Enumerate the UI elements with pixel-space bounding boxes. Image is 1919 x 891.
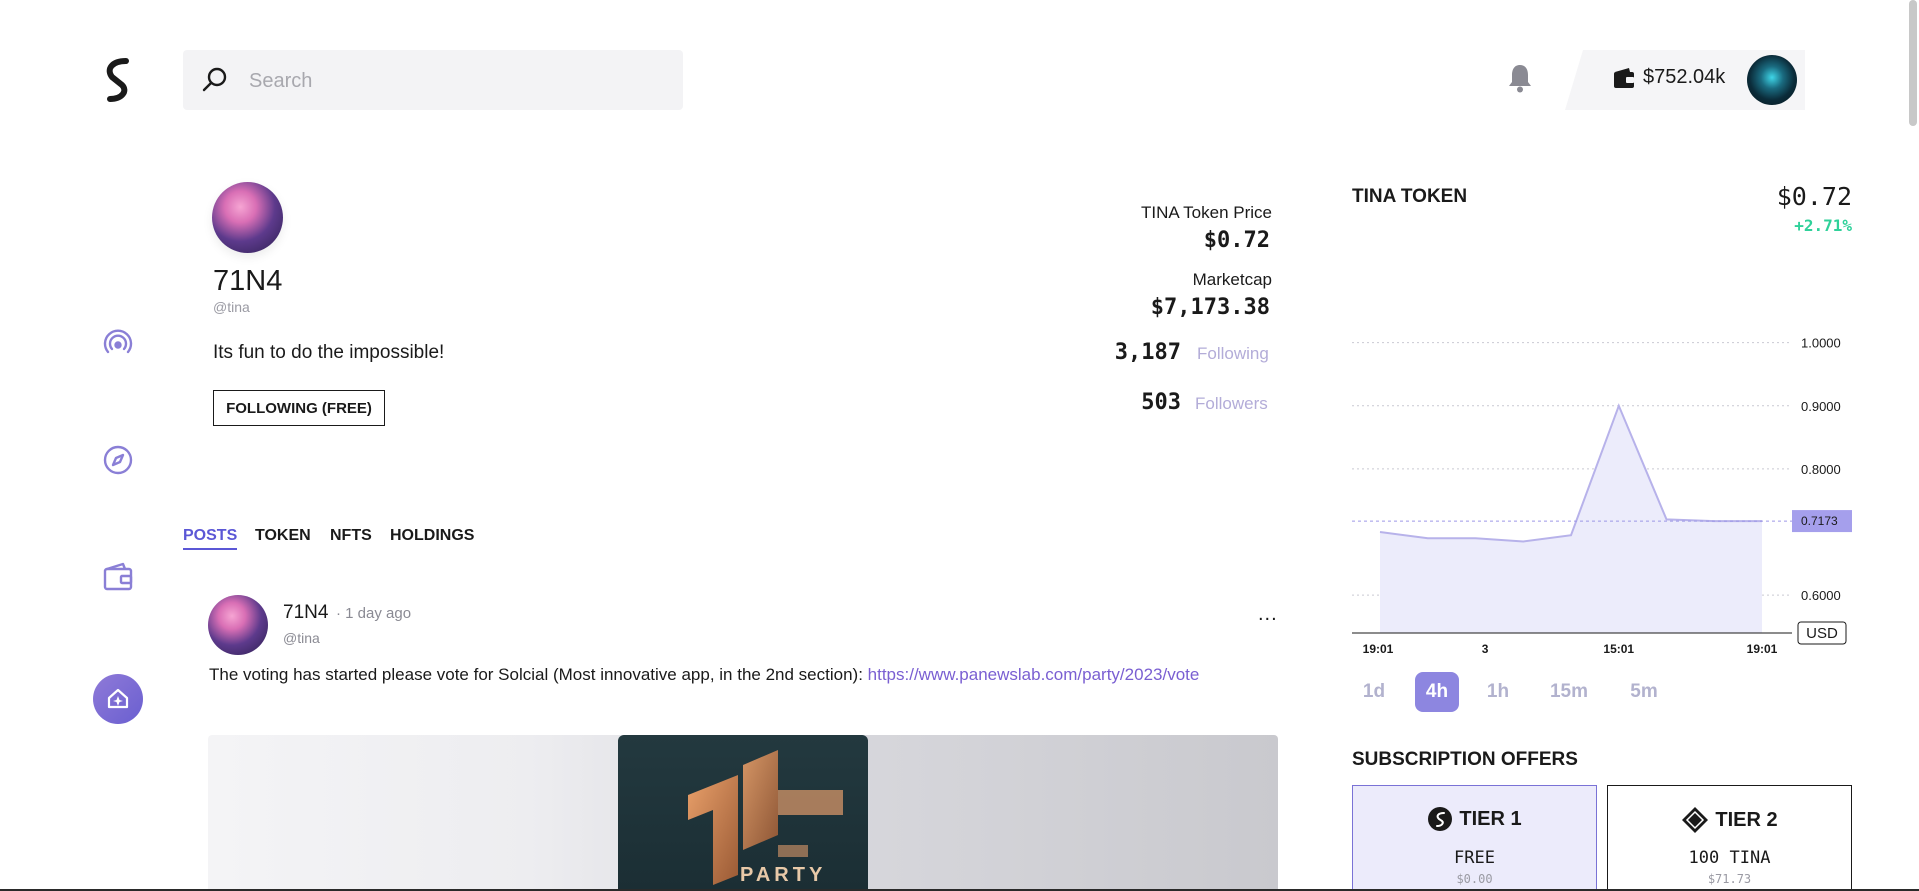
post-image-caption: PARTY <box>740 864 827 886</box>
subscription-title: SUBSCRIPTION OFFERS <box>1352 749 1578 770</box>
wallet-balance: $752.04k <box>1643 66 1726 88</box>
token-change: +2.71% <box>1794 216 1852 235</box>
chart-area <box>1380 405 1762 633</box>
timeframe-4h[interactable]: 4h <box>1415 672 1459 712</box>
post-time: · 1 day ago <box>336 605 412 622</box>
tier-1-name: TIER 1 <box>1459 807 1522 830</box>
x-tick-label: 3 <box>1482 642 1489 656</box>
followers-count[interactable]: 503 <box>1141 390 1181 415</box>
diamond-icon <box>1682 807 1709 833</box>
compass-icon[interactable] <box>98 440 138 480</box>
y-tick-label: 1.0000 <box>1801 336 1841 351</box>
search-bar[interactable] <box>183 50 683 112</box>
tier-1-card[interactable]: TIER 1 FREE $0.00 <box>1352 785 1597 891</box>
tier-2-price: 100 TINA <box>1688 848 1771 868</box>
creator-nav-button[interactable] <box>93 674 143 724</box>
post-author[interactable]: 71N4 <box>283 602 328 624</box>
wallet-icon <box>1612 66 1636 90</box>
current-value-label: 0.7173 <box>1801 514 1838 528</box>
post-body: The voting has started please vote for S… <box>209 665 868 684</box>
sparkle-house-icon <box>107 688 129 709</box>
user-avatar[interactable] <box>1747 55 1797 105</box>
timeframe-15m[interactable]: 15m <box>1547 672 1591 712</box>
broadcast-icon[interactable] <box>98 323 138 363</box>
token-price-label: TINA Token Price <box>1140 203 1272 222</box>
marketcap-label: Marketcap <box>1192 270 1272 289</box>
tab-token[interactable]: TOKEN <box>255 527 311 545</box>
post-link[interactable]: https://www.panewslab.com/party/2023/vot… <box>868 665 1200 684</box>
tab-posts[interactable]: POSTS <box>183 527 238 550</box>
following-label[interactable]: Following <box>1197 344 1269 364</box>
timeframe-1d[interactable]: 1d <box>1352 672 1396 712</box>
tier-2-sub: $71.73 <box>1707 872 1752 886</box>
tier-2-name: TIER 2 <box>1715 808 1778 831</box>
post-more-button[interactable]: ... <box>1258 603 1278 626</box>
post-text: The voting has started please vote for S… <box>209 665 1199 685</box>
following-count[interactable]: 3,187 <box>1115 340 1181 365</box>
page-scrollbar[interactable] <box>1909 0 1917 126</box>
tab-nfts[interactable]: NFTS <box>330 527 372 545</box>
post-avatar[interactable] <box>208 595 268 655</box>
y-tick-label: 0.9000 <box>1801 399 1841 414</box>
wallet-nav-icon[interactable] <box>98 557 138 597</box>
token-price-value: $0.72 <box>1203 228 1270 253</box>
bell-icon[interactable] <box>1505 62 1535 94</box>
following-button[interactable]: FOLLOWING (FREE) <box>213 390 385 426</box>
token-price: $0.72 <box>1776 182 1852 211</box>
currency-label: USD <box>1806 625 1838 642</box>
followers-label[interactable]: Followers <box>1195 394 1268 414</box>
tab-holdings[interactable]: HOLDINGS <box>390 527 474 545</box>
search-input[interactable] <box>247 50 671 112</box>
tier-2-card[interactable]: TIER 2 100 TINA $71.73 <box>1607 785 1852 891</box>
solcial-logo[interactable] <box>98 55 138 105</box>
timeframe-5m[interactable]: 5m <box>1622 672 1666 712</box>
profile-avatar <box>212 182 283 253</box>
tier-1-sub: $0.00 <box>1456 872 1493 886</box>
profile-bio: Its fun to do the impossible! <box>213 342 445 363</box>
x-tick-label: 19:01 <box>1747 642 1778 656</box>
token-title: TINA TOKEN <box>1352 186 1468 207</box>
x-tick-label: 15:01 <box>1603 642 1634 656</box>
solcial-badge-icon <box>1428 807 1453 831</box>
profile-handle: @tina <box>213 299 250 315</box>
timeframe-1h[interactable]: 1h <box>1476 672 1520 712</box>
price-chart[interactable]: 1.0000 0.9000 0.8000 0.6000 0.7173 19:01 3 15… <box>1352 330 1852 660</box>
post-handle: @tina <box>283 630 320 646</box>
marketcap-value: $7,173.38 <box>1150 295 1270 320</box>
profile-name: 71N4 <box>213 265 283 297</box>
y-tick-label: 0.8000 <box>1801 462 1841 477</box>
search-icon <box>202 67 227 92</box>
x-tick-label: 19:01 <box>1363 642 1394 656</box>
y-tick-label: 0.6000 <box>1801 588 1841 603</box>
tier-1-price: FREE <box>1454 848 1495 868</box>
